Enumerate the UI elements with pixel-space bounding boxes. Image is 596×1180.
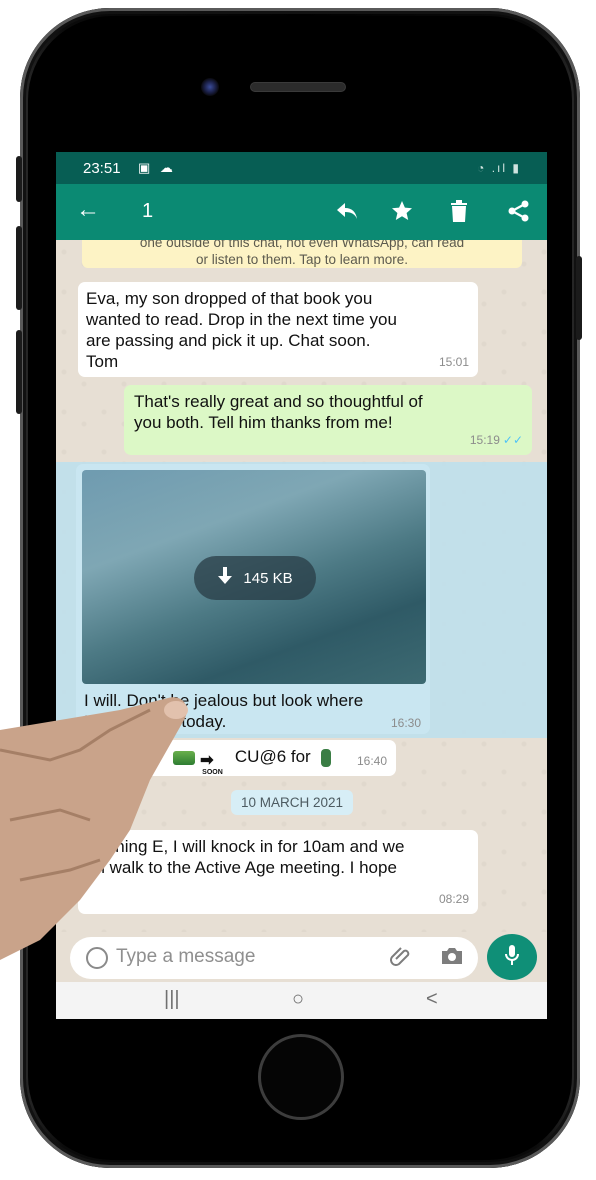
download-size: 145 KB [243,569,293,587]
message-input[interactable]: Type a message [70,937,478,979]
date-separator: 10 MARCH 2021 [231,790,354,815]
reply-icon[interactable] [334,198,360,224]
message-line: Eva, my son dropped of that book you [86,289,373,308]
chat-area[interactable]: one outside of this chat, not even Whats… [56,240,547,932]
blurred-image-thumbnail[interactable]: 145 KB [82,470,426,684]
download-arrow-icon [217,567,233,589]
message-text-prefix: On [86,747,109,766]
back-nav-icon[interactable]: < [426,988,438,1011]
star-icon[interactable] [389,198,415,224]
download-button[interactable]: 145 KB [194,556,316,600]
image-message[interactable]: 145 KB I will. Don't be jealous but look… [76,464,430,734]
incoming-message[interactable]: Morning E, I will knock in for 10am and … [78,830,478,914]
android-navigation-bar: ||| ○ < [56,982,547,1019]
microphone-icon [504,944,520,971]
incoming-message[interactable]: Eva, my son dropped of that book you wan… [78,282,478,377]
message-placeholder: Type a message [116,946,256,967]
soon-label: SOON [202,768,223,776]
attach-icon[interactable] [390,945,412,973]
selected-count: 1 [142,200,154,222]
home-button[interactable] [258,1034,344,1120]
message-time: 15:01 [438,355,469,369]
message-time: 16:40 [356,754,387,768]
phone-screen: 23:51 ▣ ☁ ◔ .ıl ▮ ← 1 one outside of thi… [56,152,547,1019]
message-line: you both. Tell him thanks from me! [134,413,393,432]
back-arrow-icon[interactable]: ← [76,196,100,224]
status-bar: 23:51 ▣ ☁ ◔ .ıl ▮ [56,152,547,184]
message-line: Tom [86,352,119,371]
share-icon[interactable] [506,198,532,224]
front-camera [201,78,219,96]
incoming-message[interactable]: On ➡ SOON CU@6 for 16:40 [78,740,396,776]
outgoing-message[interactable]: That's really great and so thoughtful of… [124,385,532,455]
park-emoji-icon [173,750,196,765]
phone-side-button-left-1 [16,156,22,202]
notification-icons: ▣ ☁ [138,160,176,175]
recents-icon[interactable]: ||| [164,988,180,1011]
message-time: 16:30 [390,716,421,730]
encryption-notice[interactable]: one outside of this chat, not even Whats… [82,240,522,268]
composer-bar: Type a message [56,932,547,982]
message-time: 15:19 [469,433,500,447]
message-line: That's really great and so thoughtful of [134,392,423,411]
message-time-with-ticks: 15:19 ✓✓ [470,430,523,451]
message-line: are passing and pick it up. Chat soon. [86,331,371,350]
earpiece-speaker [250,82,346,92]
phone-side-button-right [576,256,582,340]
message-text: CU@6 for [234,747,311,766]
signal-battery-icons: ◔ .ıl ▮ [477,161,521,175]
camera-icon[interactable] [440,946,464,971]
message-line: wanted to read. Drop in the next time yo… [86,310,397,329]
phone-side-button-left-2 [16,226,22,310]
status-time: 23:51 [83,160,121,177]
message-line: Morning E, I will knock in for 10am and … [86,837,405,856]
image-caption-line: I will. Don't be jealous but look where [84,691,364,710]
encryption-notice-line2: or listen to them. Tap to learn more. [195,252,409,267]
home-icon[interactable]: ○ [292,988,304,1011]
phone-side-button-left-3 [16,330,22,414]
image-caption-line: I escaped to today. [84,712,227,731]
microphone-button[interactable] [487,934,537,980]
soon-arrow-icon: ➡ SOON [200,748,230,776]
message-time: 08:29 [438,892,469,906]
walking-person-icon [321,748,332,767]
selection-toolbar: ← 1 [56,184,547,240]
delete-icon[interactable] [446,198,472,224]
read-receipt-icon: ✓✓ [502,433,523,447]
message-line: an walk to the Active Age meeting. I hop… [86,858,397,877]
emoji-icon[interactable] [86,947,108,969]
encryption-notice-line1: one outside of this chat, not even Whats… [139,240,465,250]
